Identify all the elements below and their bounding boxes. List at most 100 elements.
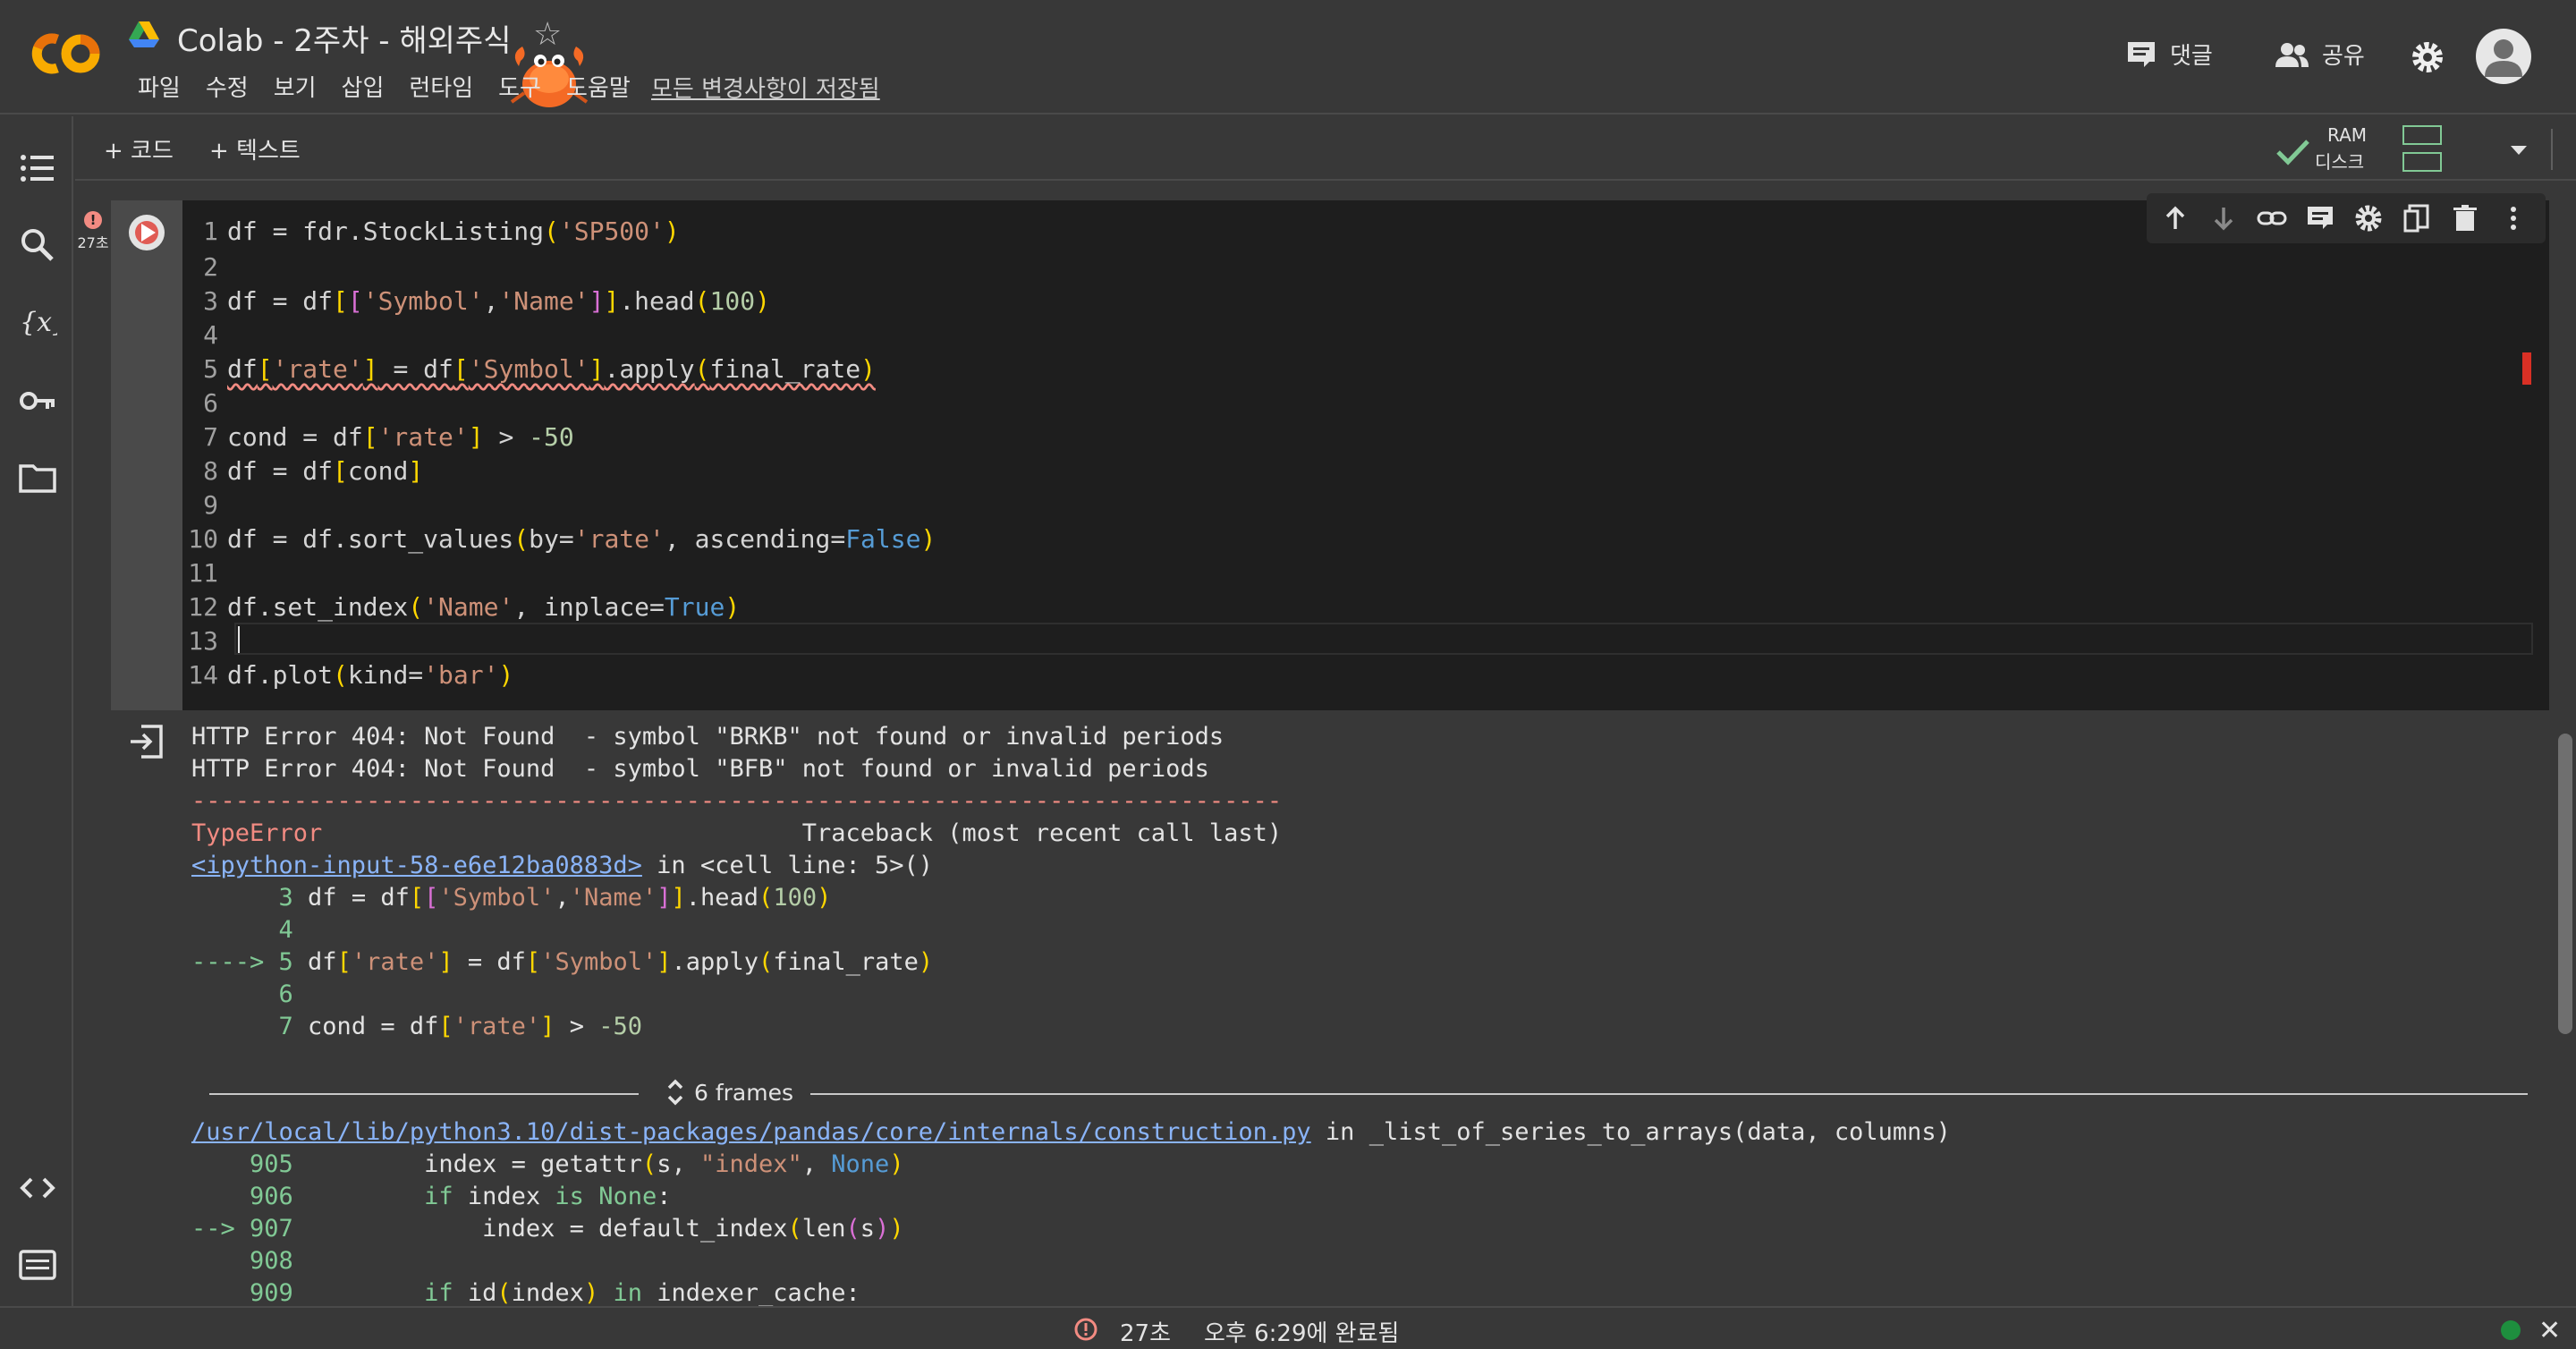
status-exec-time: 27초 [1120, 1320, 1172, 1347]
menu-runtime[interactable]: 런타임 [396, 70, 486, 103]
code-line-11[interactable]: 11 [182, 556, 227, 590]
menu-view[interactable]: 보기 [261, 70, 329, 103]
connection-status-dot [2501, 1320, 2521, 1340]
connected-check-icon[interactable] [2274, 134, 2313, 170]
traceback-location: in <cell line: 5>() [641, 852, 934, 879]
cell-gutter [111, 200, 182, 710]
output-actions-icon[interactable] [127, 723, 165, 760]
delete-icon[interactable] [2449, 202, 2481, 234]
traceback-source: /usr/local/lib/python3.10/dist-packages/… [191, 1116, 1951, 1149]
add-code-button[interactable]: + 코드 [104, 132, 174, 165]
main-scrollbar[interactable] [2555, 182, 2576, 1304]
menu-tools[interactable]: 도구 [486, 70, 554, 103]
output-separator: ----------------------------------------… [191, 787, 1283, 815]
traceback-code-line: 906 if index is None: [191, 1183, 672, 1210]
frames-label: 6 frames [694, 1079, 794, 1106]
play-icon [141, 224, 156, 242]
menu-bar: 파일 수정 보기 삽입 런타임 도구 도움말 [125, 70, 643, 103]
status-bar: 27초 오후 6:29에 완료됨 ✕ [0, 1306, 2576, 1349]
traceback-code-line: 905 index = getattr(s, "index", None) [191, 1150, 904, 1178]
colab-logo[interactable] [25, 27, 102, 81]
comment-label: 댓글 [2170, 43, 2213, 70]
error-line-marker [2522, 352, 2531, 385]
line-number: 2 [203, 252, 218, 282]
active-line-highlight [234, 623, 2533, 655]
code-line-1[interactable]: 1 df = fdr.StockListing('SP500') [182, 215, 680, 249]
exec-time: 27초 [77, 234, 109, 251]
move-up-icon[interactable] [2159, 202, 2191, 234]
user-avatar[interactable] [2476, 29, 2531, 84]
frames-divider [209, 1093, 639, 1095]
app-header: Colab - 2주차 - 해외주식 ☆ 파일 수정 보기 삽입 런타임 도구 … [0, 0, 2576, 115]
more-options-icon[interactable] [2497, 202, 2529, 234]
traceback-code-line: 6 [191, 980, 293, 1008]
code-line-8[interactable]: 8 df = df[cond] [182, 454, 423, 488]
code-line-13[interactable]: 13 [182, 624, 227, 658]
scrollbar-thumb[interactable] [2558, 734, 2572, 1034]
mirror-cell-icon[interactable] [2401, 202, 2433, 234]
menu-help[interactable]: 도움말 [554, 70, 643, 103]
settings-gear-icon[interactable] [2410, 39, 2445, 75]
line-number: 8 [203, 456, 218, 486]
cell-toolbar [2147, 193, 2546, 243]
save-status-link[interactable]: 모든 변경사항이 저장됨 [651, 71, 880, 104]
gear-icon[interactable] [2352, 202, 2385, 234]
notebook-title[interactable]: Colab - 2주차 - 해외주식 [177, 16, 511, 60]
add-text-button[interactable]: + 텍스트 [209, 132, 301, 165]
code-line-2[interactable]: 2 [182, 250, 227, 284]
output-error-line: HTTP Error 404: Not Found - symbol "BFB"… [191, 755, 1209, 783]
code-line-6[interactable]: 6 [182, 386, 227, 420]
code-line-5[interactable]: 5 df['rate'] = df['Symbol'].apply(final_r… [182, 352, 876, 386]
code-snippets-icon[interactable] [18, 1168, 57, 1208]
comment-icon[interactable] [2304, 202, 2336, 234]
line-number: 4 [203, 320, 218, 350]
source-file-link[interactable]: /usr/local/lib/python3.10/dist-packages/… [191, 1118, 1311, 1146]
line-number: 1 [203, 216, 218, 246]
menu-file[interactable]: 파일 [125, 70, 193, 103]
cell-exec-status: ! 27초 [75, 211, 111, 252]
line-number: 3 [203, 286, 218, 316]
line-number: 7 [203, 422, 218, 452]
code-line-10[interactable]: 10 df = df.sort_values(by='rate', ascendi… [182, 522, 936, 556]
code-line-12[interactable]: 12 df.set_index('Name', inplace=True) [182, 590, 740, 624]
ipython-input-link[interactable]: <ipython-input-58-e6e12ba0883d> [191, 852, 642, 879]
line-number: 12 [188, 592, 218, 622]
disk-label: 디스크 [2315, 151, 2365, 173]
code-line-3[interactable]: 3 df = df[['Symbol','Name']].head(100) [182, 284, 770, 318]
code-line-9[interactable]: 9 [182, 488, 227, 522]
traceback-code-line: 4 [191, 916, 293, 944]
move-down-icon[interactable] [2207, 202, 2240, 234]
key-icon[interactable] [18, 381, 57, 420]
terminal-icon[interactable] [18, 1245, 57, 1285]
menu-insert[interactable]: 삽입 [329, 70, 397, 103]
line-number: 5 [203, 354, 218, 384]
traceback-code-line: 3 df = df[['Symbol','Name']].head(100) [191, 884, 832, 912]
folder-icon[interactable] [18, 458, 57, 497]
expand-frames-button[interactable]: 6 frames [665, 1077, 793, 1107]
traceback-code-line: 7 cond = df['rate'] > -50 [191, 1013, 642, 1040]
comment-button[interactable]: 댓글 [2125, 38, 2213, 71]
line-number: 10 [188, 524, 218, 554]
traceback-location: in _list_of_series_to_arrays(data, colum… [1310, 1118, 1951, 1146]
table-of-contents-icon[interactable] [18, 148, 57, 188]
chevron-down-icon[interactable] [2508, 141, 2529, 159]
unfold-more-icon [667, 1079, 683, 1106]
resource-monitor[interactable]: RAM 디스크 [2315, 122, 2367, 175]
traceback-label: Traceback (most recent call last) [801, 819, 1283, 847]
code-line-14[interactable]: 14 df.plot(kind='bar') [182, 658, 513, 692]
google-drive-icon [129, 21, 159, 47]
line-number: 13 [188, 626, 218, 656]
type-error-label: TypeError [191, 819, 323, 847]
link-icon[interactable] [2256, 202, 2288, 234]
text-cursor [238, 626, 240, 653]
close-icon[interactable]: ✕ [2538, 1315, 2561, 1346]
ram-label: RAM [2327, 124, 2368, 146]
search-icon[interactable] [18, 225, 57, 265]
menu-edit[interactable]: 수정 [193, 70, 261, 103]
share-button[interactable]: 공유 [2274, 38, 2365, 71]
error-icon [1074, 1318, 1097, 1341]
code-line-7[interactable]: 7 cond = df['rate'] > -50 [182, 420, 574, 454]
code-line-4[interactable]: 4 [182, 318, 227, 352]
comment-icon [2128, 41, 2155, 67]
variables-icon[interactable]: {x} [18, 302, 57, 342]
